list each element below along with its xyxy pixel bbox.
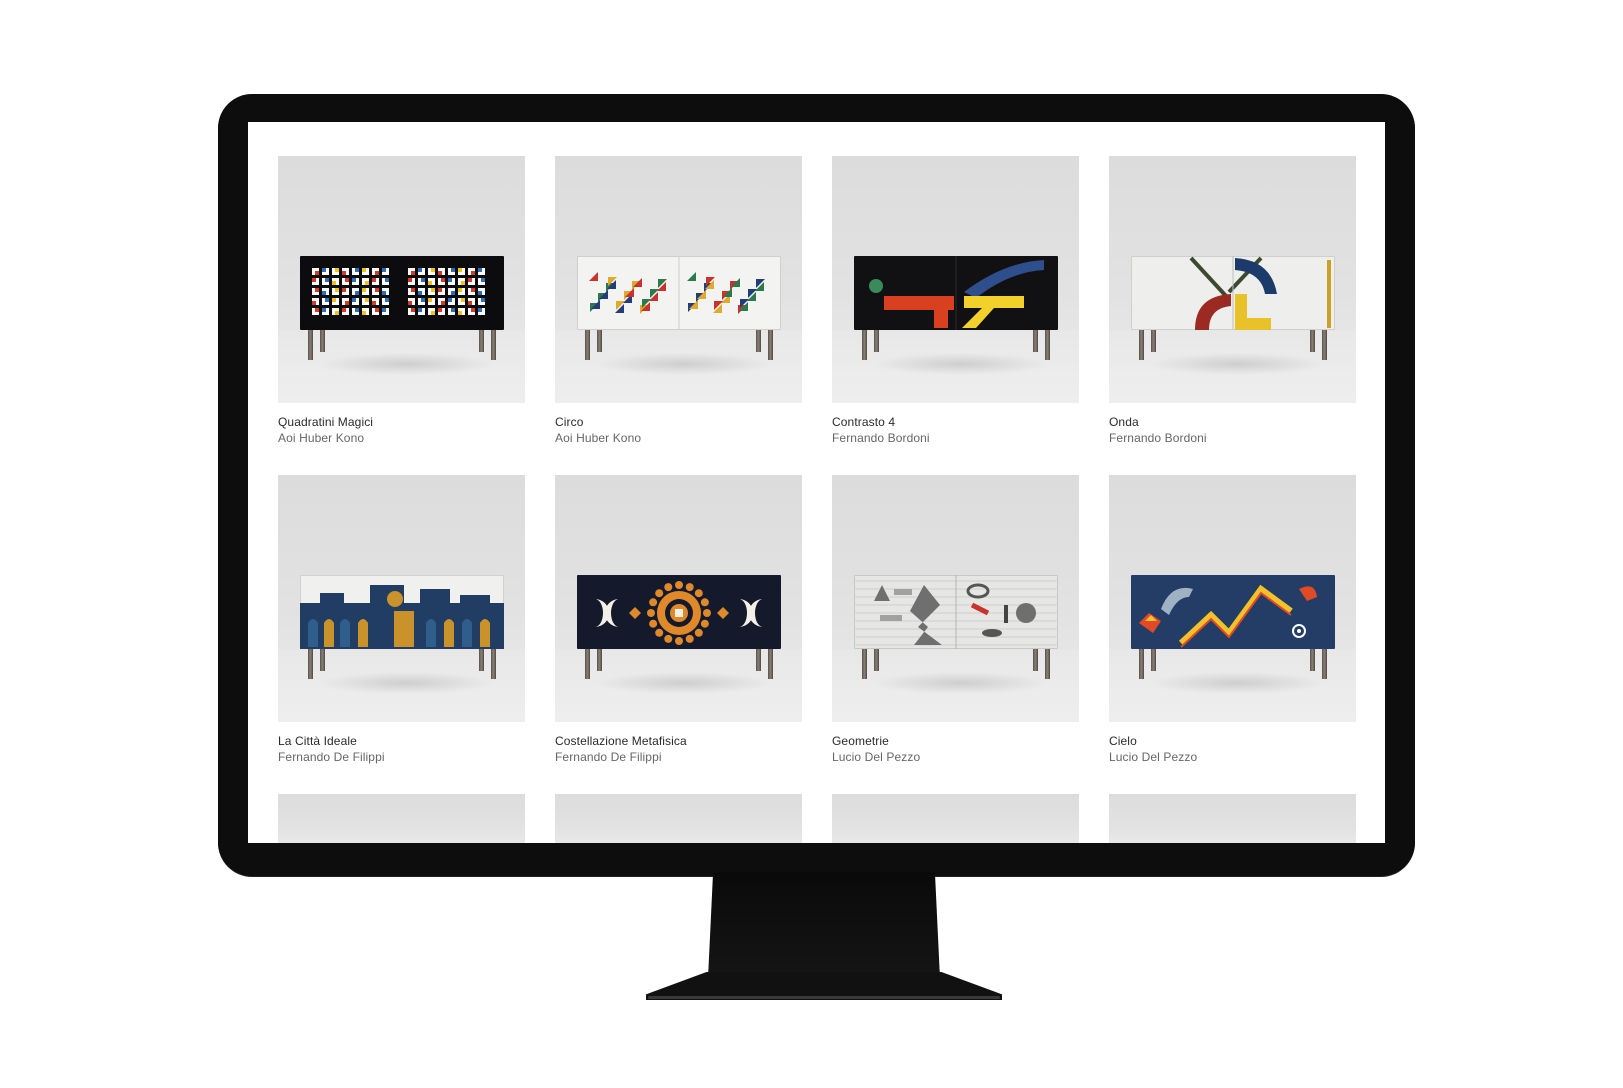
product-card[interactable] xyxy=(1109,794,1356,843)
sideboard-illustration xyxy=(854,256,1058,330)
product-image[interactable] xyxy=(1109,156,1356,403)
product-image[interactable] xyxy=(832,156,1079,403)
product-card[interactable]: Costellazione Metafisica Fernando De Fil… xyxy=(555,475,802,765)
monitor-screen: Quadratini Magici Aoi Huber Kono Circo A… xyxy=(248,122,1385,843)
product-title[interactable]: Geometrie xyxy=(832,733,1079,749)
product-card[interactable]: Circo Aoi Huber Kono xyxy=(555,156,802,446)
product-card[interactable] xyxy=(555,794,802,843)
product-image[interactable] xyxy=(555,475,802,722)
product-image[interactable] xyxy=(278,794,525,843)
product-card[interactable]: Contrasto 4 Fernando Bordoni xyxy=(832,156,1079,446)
product-title[interactable]: Onda xyxy=(1109,414,1356,430)
sideboard-illustration xyxy=(300,256,504,330)
product-image[interactable] xyxy=(832,794,1079,843)
product-card[interactable] xyxy=(278,794,525,843)
scene: Quadratini Magici Aoi Huber Kono Circo A… xyxy=(0,0,1623,1088)
product-artist: Fernando De Filippi xyxy=(555,750,662,764)
sideboard-illustration xyxy=(854,575,1058,649)
product-card[interactable]: Cielo Lucio Del Pezzo xyxy=(1109,475,1356,765)
sideboard-illustration xyxy=(577,575,781,649)
product-title[interactable]: La Città Ideale xyxy=(278,733,525,749)
product-card[interactable]: Geometrie Lucio Del Pezzo xyxy=(832,475,1079,765)
monitor-stand-edge xyxy=(648,996,1000,999)
product-title[interactable]: Cielo xyxy=(1109,733,1356,749)
product-artist: Lucio Del Pezzo xyxy=(832,750,921,764)
sideboard-illustration xyxy=(577,256,781,330)
product-image[interactable] xyxy=(832,475,1079,722)
product-artist: Aoi Huber Kono xyxy=(278,431,365,445)
product-image[interactable] xyxy=(555,794,802,843)
product-title[interactable]: Contrasto 4 xyxy=(832,414,1079,430)
product-artist: Lucio Del Pezzo xyxy=(1109,750,1198,764)
product-grid: Quadratini Magici Aoi Huber Kono Circo A… xyxy=(278,156,1356,843)
product-title[interactable]: Circo xyxy=(555,414,802,430)
product-image[interactable] xyxy=(1109,794,1356,843)
product-artist: Fernando De Filippi xyxy=(278,750,385,764)
product-image[interactable] xyxy=(278,156,525,403)
sideboard-illustration xyxy=(1131,256,1335,330)
product-image[interactable] xyxy=(1109,475,1356,722)
product-image[interactable] xyxy=(555,156,802,403)
monitor-frame: Quadratini Magici Aoi Huber Kono Circo A… xyxy=(218,94,1415,876)
product-title[interactable]: Quadratini Magici xyxy=(278,414,525,430)
sideboard-illustration xyxy=(1131,575,1335,649)
product-card[interactable]: Quadratini Magici Aoi Huber Kono xyxy=(278,156,525,446)
product-card[interactable] xyxy=(832,794,1079,843)
product-artist: Fernando Bordoni xyxy=(1109,431,1207,445)
product-artist: Aoi Huber Kono xyxy=(555,431,642,445)
monitor-stand-neck xyxy=(706,872,942,982)
product-artist: Fernando Bordoni xyxy=(832,431,930,445)
product-title[interactable]: Costellazione Metafisica xyxy=(555,733,802,749)
product-image[interactable] xyxy=(278,475,525,722)
product-card[interactable]: La Città Ideale Fernando De Filippi xyxy=(278,475,525,765)
product-card[interactable]: Onda Fernando Bordoni xyxy=(1109,156,1356,446)
sideboard-illustration xyxy=(300,575,504,649)
